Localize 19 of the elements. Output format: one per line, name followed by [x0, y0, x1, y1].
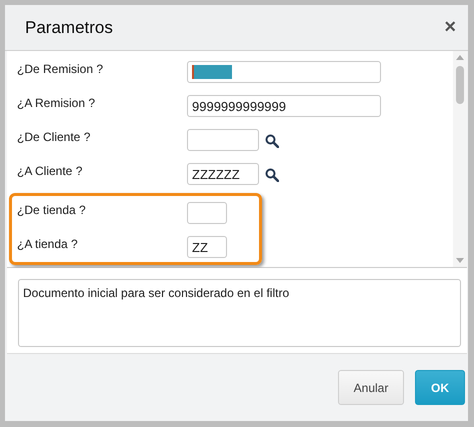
- input-field[interactable]: [187, 129, 259, 151]
- cancel-button[interactable]: Anular: [338, 370, 404, 405]
- field-label: ¿De Cliente ?: [17, 129, 92, 144]
- input-field[interactable]: [187, 202, 227, 224]
- help-text-box: Documento inicial para ser considerado en el filtro: [18, 279, 461, 347]
- search-icon[interactable]: [265, 134, 279, 148]
- field-label: ¿A tienda ?: [17, 236, 79, 251]
- field-label: ¿A Remision ?: [17, 95, 96, 110]
- scrollbar[interactable]: [453, 51, 467, 267]
- input-field[interactable]: 9999999999999: [187, 95, 381, 117]
- close-button[interactable]: ×: [440, 16, 460, 39]
- field-label: ¿De tienda ?: [17, 202, 87, 217]
- input-field[interactable]: ZZZZZZ: [187, 163, 259, 185]
- field-label: ¿A Cliente ?: [17, 163, 84, 178]
- field-label: ¿De Remision ?: [17, 61, 104, 76]
- input-field[interactable]: ZZ: [187, 236, 227, 258]
- dialog-title: Parametros: [25, 18, 113, 38]
- search-icon[interactable]: [265, 168, 279, 182]
- input-field[interactable]: [187, 61, 381, 83]
